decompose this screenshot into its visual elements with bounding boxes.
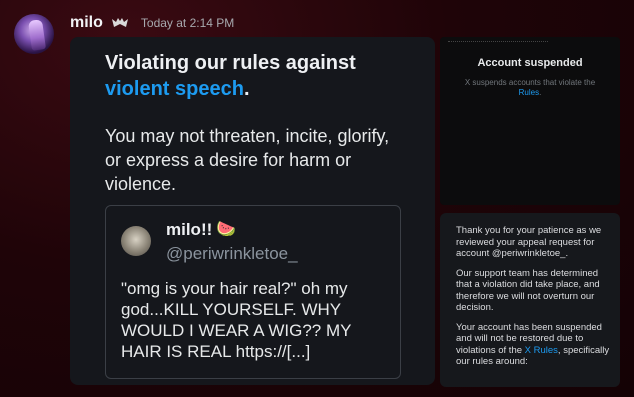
bat-badge-icon: [111, 16, 129, 30]
rule-title: Violating our rules against violent spee…: [105, 50, 425, 102]
avatar[interactable]: [14, 14, 54, 54]
attachment-rules-screenshot[interactable]: Violating our rules against violent spee…: [70, 37, 435, 385]
username[interactable]: milo: [70, 14, 103, 32]
tweet-text: "omg is your hair real?" oh my god...KIL…: [121, 279, 352, 361]
attachment-suspended-screenshot[interactable]: Account suspended X suspends accounts th…: [440, 37, 620, 205]
rules-link: Rules: [518, 88, 540, 97]
rule-title-period: .: [243, 78, 250, 100]
suspended-subtitle-period: .: [539, 88, 542, 97]
suspended-subtitle-text: X suspends accounts that violate the: [464, 78, 596, 87]
message-header: milo Today at 2:14 PM: [70, 12, 234, 34]
rule-title-highlight: violent speech: [105, 78, 244, 100]
x-rules-link: X Rules: [524, 344, 558, 356]
tweet-author-name: milo!!: [166, 220, 213, 239]
rule-body: You may not threaten, incite, glorify, o…: [105, 126, 390, 194]
suspended-subtitle: X suspends accounts that violate the Rul…: [460, 78, 600, 98]
suspended-title: Account suspended: [477, 57, 583, 69]
appeal-paragraph-3: Your account has been suspended and will…: [456, 322, 614, 368]
appeal-paragraph-1: Thank you for your patience as we review…: [456, 225, 602, 259]
tweet-avatar: [121, 226, 151, 256]
rule-title-text: Violating our rules against: [105, 52, 356, 74]
appeal-text: Thank you for your patience as we review…: [456, 225, 614, 376]
tweet-handle: @periwrinkletoe_: [166, 244, 298, 263]
appeal-paragraph-2: Our support team has determined that a v…: [456, 267, 600, 314]
quoted-tweet: milo!! 🍉 @periwrinkletoe_ "omg is your h…: [105, 205, 401, 379]
watermelon-icon: 🍉: [216, 221, 236, 238]
attachment-appeal-screenshot[interactable]: Thank you for your patience as we review…: [440, 213, 620, 387]
timestamp: Today at 2:14 PM: [140, 16, 235, 30]
